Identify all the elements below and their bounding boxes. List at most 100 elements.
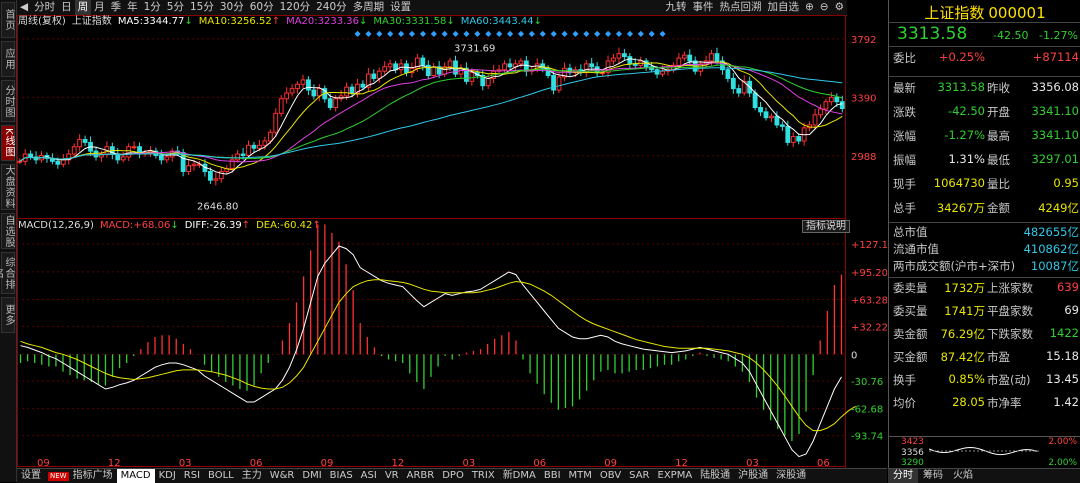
indicator-tab-16[interactable]: BBI [540, 469, 565, 483]
candle-body [752, 92, 758, 109]
ma-arrow: ↑ [271, 16, 281, 27]
zoom-out-icon[interactable]: ⊖ [817, 0, 832, 15]
period-tab-7[interactable]: 5分 [164, 0, 187, 15]
left-nav-0[interactable]: 首页 [1, 2, 15, 38]
period-tab-6[interactable]: 1分 [141, 0, 164, 15]
indicator-tab-21[interactable]: 陆股通 [696, 469, 734, 483]
quote-label: 委比 [893, 51, 916, 65]
quote-label: 总手 [893, 201, 916, 215]
period-tab-0[interactable]: 分时 [31, 0, 58, 15]
indicator-tab-3[interactable]: KDJ [155, 469, 180, 483]
signal-marker-icon: ◆ [463, 29, 470, 38]
indicator-tab-19[interactable]: SAR [625, 469, 653, 483]
period-tab-8[interactable]: 15分 [187, 0, 217, 15]
indicator-tab-6[interactable]: 主力 [238, 469, 266, 483]
toolbar-right-2[interactable]: 热点回溯 [716, 0, 764, 15]
x-tick: 03 [179, 458, 192, 468]
indicator-tab-8[interactable]: DMI [298, 469, 325, 483]
zoom-in-icon[interactable]: ⊕ [802, 0, 817, 15]
kline-chart[interactable]: 3792 3390 2988 +127.1 +95.20 +63.28 +32.22 0 -30… [17, 15, 887, 468]
macd-title: MACD(12,26,9) [18, 220, 94, 231]
order-value: 69 [1064, 303, 1079, 317]
price-pct: -1.27% [1039, 29, 1078, 42]
indicator-tab-11[interactable]: VR [381, 469, 403, 483]
candle-body [284, 92, 290, 100]
market-row: 两市成交额(沪市+深市) 10087亿 [889, 258, 1080, 275]
left-nav-2[interactable]: 分时图 [1, 80, 15, 122]
indicator-tab-1[interactable]: 指标广场 [69, 469, 117, 483]
signal-marker-icon: ◆ [398, 29, 405, 38]
candle-body [485, 77, 491, 87]
left-nav-1[interactable]: 应用 [1, 41, 15, 77]
left-nav-5[interactable]: 自选股 [1, 213, 15, 249]
ma5-line [19, 58, 843, 175]
period-tab-4[interactable]: 季 [108, 0, 125, 15]
order-value: 13.45 [1046, 372, 1079, 386]
macd-arrow: ↓ [170, 220, 179, 231]
mini-pct-top: 2.00% [1048, 437, 1077, 447]
right-tab-1[interactable]: 筹码 [918, 469, 948, 483]
candle-body [839, 101, 845, 110]
period-tab-9[interactable]: 30分 [217, 0, 247, 15]
candle-body [186, 165, 191, 172]
quote-row: 总手 34267万 金额 4249亿 [889, 200, 1080, 224]
ma-arrow: ↓ [184, 16, 193, 27]
period-tab-3[interactable]: 月 [91, 0, 108, 15]
indicator-tab-0[interactable]: 设置 [17, 469, 45, 483]
settings-icon[interactable]: ⚙ [832, 0, 847, 15]
indicator-tab-20[interactable]: EXPMA [654, 469, 697, 483]
indicator-tab-13[interactable]: DPO [438, 469, 468, 483]
x-tick: 06 [250, 458, 263, 468]
order-label: 平盘家数 [987, 304, 1033, 318]
indicator-tab-15[interactable]: 新DMA [499, 469, 540, 483]
indicator-tab-17[interactable]: MTM [565, 469, 596, 483]
macd-y-tick: +95.20 [851, 268, 887, 279]
period-tab-11[interactable]: 120分 [277, 0, 314, 15]
left-nav-6[interactable]: 综合排名 [0, 252, 15, 294]
period-tab-2[interactable]: 周 [74, 0, 92, 15]
indicator-tab-12[interactable]: ARBR [403, 469, 439, 483]
period-tab-13[interactable]: 多周期 [350, 0, 388, 15]
signal-marker-icon: ◆ [616, 29, 623, 38]
candle-body [360, 83, 366, 88]
toolbar-right-0[interactable]: 九转 [662, 0, 689, 15]
indicator-desc-button[interactable]: 指标说明 [802, 220, 850, 233]
left-nav-4[interactable]: 大盘资料 [1, 164, 15, 210]
right-tab-0[interactable]: 分时 [888, 469, 918, 483]
indicator-tab-14[interactable]: TRIX [468, 469, 499, 483]
indicator-tab-23[interactable]: 深股通 [772, 469, 810, 483]
period-tab-12[interactable]: 240分 [313, 0, 350, 15]
toolbar-right-1[interactable]: 事件 [689, 0, 716, 15]
signal-marker-icon: ◆ [649, 29, 656, 38]
candle-body [213, 178, 219, 181]
indicator-tab-7[interactable]: W&R [266, 469, 299, 483]
indicator-tab-10[interactable]: ASI [357, 469, 381, 483]
indicator-tab-4[interactable]: RSI [180, 469, 204, 483]
left-nav-3[interactable]: K线图 [1, 125, 15, 161]
left-nav-7[interactable]: 更多 [1, 297, 15, 333]
period-tab-14[interactable]: 设置 [387, 0, 414, 15]
indicator-tab-9[interactable]: BIAS [326, 469, 357, 483]
candle-body [616, 53, 622, 59]
indicator-tab-2[interactable]: MACD [116, 469, 155, 483]
toolbar-right-3[interactable]: 加自选 [764, 0, 802, 15]
indicator-tab-5[interactable]: BOLL [204, 469, 238, 483]
ma-item-3: MA30:3331.58↓ [373, 16, 454, 27]
quote-label: 涨跌 [893, 105, 916, 119]
macd-item-0: MACD:+68.06↓ [100, 220, 179, 231]
candle-body [207, 170, 213, 181]
ma-value: 3443.44 [492, 16, 534, 27]
toolbar-prev-icon[interactable]: ◀ [17, 0, 31, 15]
order-label: 委卖量 [893, 281, 928, 295]
period-tab-5[interactable]: 年 [124, 0, 141, 15]
period-tab-10[interactable]: 60分 [247, 0, 277, 15]
mini-intraday-chart[interactable]: 3423 3356 3290 2.00% 2.00% [889, 436, 1080, 469]
macd-value: +68.06 [133, 220, 171, 231]
right-tab-2[interactable]: 火焰 [948, 469, 978, 483]
indicator-tab-22[interactable]: 沪股通 [734, 469, 772, 483]
order-value: 639 [1057, 280, 1079, 294]
period-tab-1[interactable]: 日 [58, 0, 75, 15]
indicator-tab-18[interactable]: OBV [596, 469, 625, 483]
order-label: 买金额 [893, 350, 928, 364]
ma-label: MA10: [198, 16, 231, 27]
